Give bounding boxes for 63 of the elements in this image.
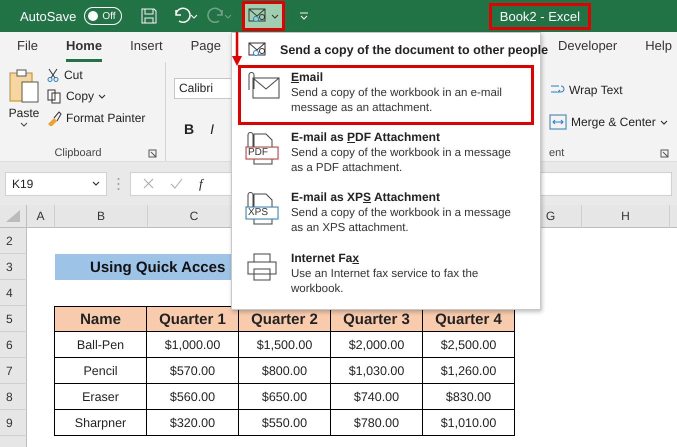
- save-icon[interactable]: [140, 7, 158, 25]
- merge-icon: [549, 114, 567, 130]
- menu-item[interactable]: Email Send a copy of the workbook in an e-mail message as an attachment.: [238, 64, 534, 126]
- check-icon[interactable]: [170, 178, 183, 189]
- menu-item-description: Send a copy of the workbook in a message as an XPS attachment.: [291, 206, 512, 236]
- wrap-text-button[interactable]: Wrap Text: [549, 82, 623, 98]
- ribbon-tab[interactable]: Help: [645, 32, 672, 62]
- caret-icon: [20, 122, 28, 127]
- table-header: Name: [54, 306, 147, 332]
- column-header[interactable]: H: [582, 205, 670, 228]
- row-header[interactable]: 5: [0, 306, 27, 332]
- ribbon-tab[interactable]: Developer: [558, 32, 618, 62]
- row-header[interactable]: 7: [0, 358, 27, 384]
- menu-item-description: Send a copy of the workbook in a message as a PDF attachment.: [291, 146, 512, 176]
- dialog-launcher-icon[interactable]: [660, 148, 669, 158]
- column-header[interactable]: A: [27, 205, 55, 228]
- menu-item-title: Email: [291, 70, 324, 84]
- row-header[interactable]: 2: [0, 228, 27, 254]
- ribbon-tab[interactable]: Insert: [130, 32, 163, 62]
- group-label: ent: [549, 147, 564, 159]
- menu-item-title: E-mail as PDF Attachment: [291, 130, 441, 144]
- row-header[interactable]: 3: [0, 254, 27, 280]
- row-header[interactable]: 8: [0, 384, 27, 410]
- paintbrush-icon: [46, 110, 62, 126]
- merge-center-button[interactable]: Merge & Center: [549, 114, 668, 130]
- ribbon-tab[interactable]: File: [17, 32, 38, 62]
- paste-button[interactable]: Paste: [8, 106, 40, 120]
- caret-icon: [660, 120, 668, 124]
- people-envelope-icon: [248, 7, 268, 25]
- group-label: Clipboard: [54, 147, 102, 159]
- scissors-icon: [46, 68, 60, 82]
- caret-icon: [271, 14, 280, 18]
- autosave-label: AutoSave: [20, 8, 76, 24]
- menu-item-description: Send a copy of the workbook in an e-mail message as an attachment.: [291, 86, 503, 116]
- function-label[interactable]: f: [199, 176, 203, 192]
- dialog-launcher-icon[interactable]: [148, 148, 157, 158]
- table-header: Quarter 1: [146, 306, 239, 332]
- separator-dots-icon: [117, 176, 120, 190]
- name-box[interactable]: K19: [5, 172, 107, 196]
- menu-item-title: E-mail as XPS Attachment: [291, 190, 441, 204]
- format-painter-button[interactable]: Format Painter: [46, 110, 146, 126]
- copy-button[interactable]: Copy: [46, 88, 106, 104]
- copy-icon: [46, 88, 62, 104]
- autosave-toggle[interactable]: Off: [84, 7, 122, 25]
- caret-icon: [98, 94, 106, 98]
- font-name-field[interactable]: Calibri: [174, 78, 234, 99]
- send-copy-button[interactable]: [242, 1, 286, 31]
- table-cell: Sharpner: [54, 409, 147, 436]
- bold-button[interactable]: B: [184, 121, 194, 137]
- italic-button[interactable]: I: [210, 121, 214, 137]
- window-title: Book2 - Excel: [488, 2, 591, 30]
- cut-button[interactable]: Cut: [46, 68, 83, 82]
- ribbon-tab[interactable]: Page: [190, 32, 221, 62]
- customize-toolbar-icon[interactable]: [299, 11, 310, 21]
- column-header[interactable]: B: [55, 205, 148, 228]
- table-cell: $1,010.00: [422, 409, 515, 436]
- row-header[interactable]: 4: [0, 280, 27, 306]
- row-header[interactable]: 9: [0, 410, 27, 436]
- caret-icon: [92, 181, 100, 186]
- clipboard-icon: [8, 68, 40, 104]
- menu-header: Send a copy of the document to other people: [280, 43, 548, 58]
- row-header[interactable]: 6: [0, 332, 27, 358]
- menu-item[interactable]: PDF E-mail as PDF Attachment Send a copy of the workbook in a message as a PDF attachment.: [238, 125, 534, 186]
